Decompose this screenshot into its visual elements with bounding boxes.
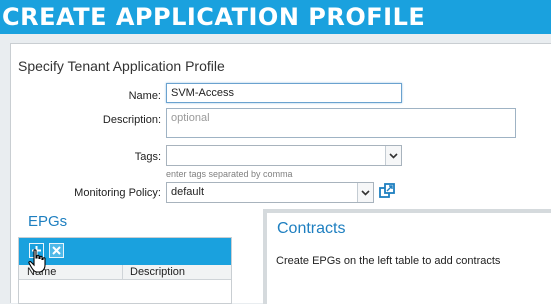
name-label: Name: <box>128 90 161 102</box>
column-separator <box>122 265 123 280</box>
epg-toolbar <box>19 238 231 265</box>
tags-combobox[interactable] <box>166 145 402 166</box>
name-field[interactable]: SVM-Access <box>166 83 402 103</box>
monitoring-policy-select[interactable]: default <box>166 182 374 203</box>
description-field[interactable]: optional <box>166 108 516 138</box>
page-title: CREATE APPLICATION PROFILE <box>0 0 551 34</box>
column-description[interactable]: Description <box>130 266 185 278</box>
contracts-message: Create EPGs on the left table to add con… <box>276 255 501 267</box>
hand-cursor-icon <box>28 249 46 273</box>
tags-label: Tags: <box>134 151 161 163</box>
contracts-panel: Contracts Create EPGs on the left table … <box>263 209 551 304</box>
epgs-title: EPGs <box>28 213 68 230</box>
chevron-down-icon <box>389 152 398 159</box>
chevron-down-icon <box>361 189 370 196</box>
epg-table: Name Description <box>18 237 232 304</box>
monitoring-policy-value: default <box>171 186 205 198</box>
tags-dropdown-button[interactable] <box>385 146 401 165</box>
form-panel: Specify Tenant Application Profile Name:… <box>10 43 551 304</box>
description-label: Description: <box>102 114 161 126</box>
tags-hint: enter tags separated by comma <box>166 169 293 179</box>
name-field-value: SVM-Access <box>171 87 234 99</box>
epg-table-header: Name Description <box>19 265 231 280</box>
open-policy-icon[interactable] <box>379 183 395 199</box>
delete-icon[interactable] <box>49 243 64 258</box>
section-title: Specify Tenant Application Profile <box>18 58 225 74</box>
description-placeholder: optional <box>171 112 210 124</box>
monitoring-policy-label: Monitoring Policy: <box>74 187 161 199</box>
contracts-title: Contracts <box>277 220 346 237</box>
monitoring-policy-dropdown-button[interactable] <box>357 183 373 202</box>
